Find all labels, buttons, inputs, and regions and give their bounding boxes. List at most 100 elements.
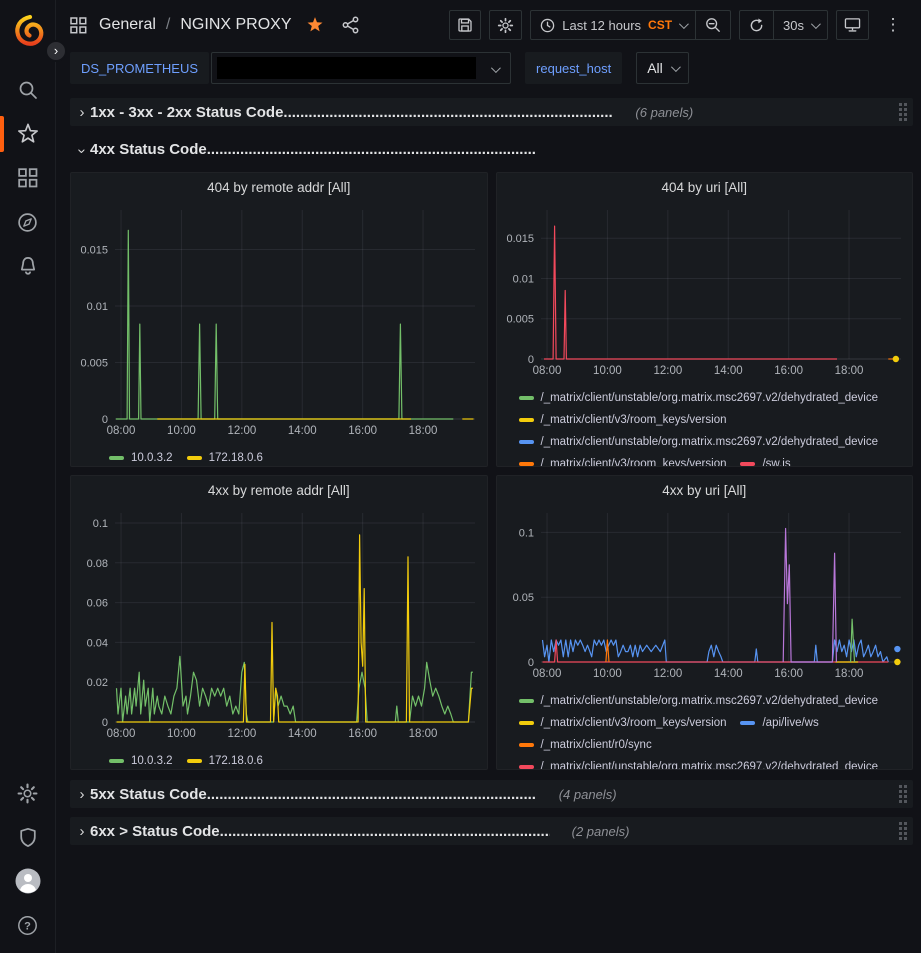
legend-item[interactable]: /_matrix/client/unstable/org.matrix.msc2… — [519, 387, 879, 409]
sidebar-item-alerting[interactable] — [0, 244, 56, 288]
breadcrumb-folder[interactable]: General — [99, 16, 156, 34]
tv-mode-button[interactable] — [836, 10, 869, 40]
legend-item[interactable]: /_matrix/client/unstable/org.matrix.msc2… — [519, 690, 879, 712]
more-options-kebab[interactable]: ⋮ — [877, 10, 909, 40]
zoom-out-button[interactable] — [695, 11, 730, 39]
legend-swatch — [109, 759, 124, 763]
timeseries-chart[interactable]: 00.050.108:0010:0012:0014:0016:0018:00 — [497, 505, 913, 688]
refresh-button[interactable] — [740, 11, 773, 39]
sidebar-item-server-admin[interactable] — [0, 815, 56, 859]
row-title[interactable]: 4xx Status Code — [90, 141, 207, 158]
time-range-picker[interactable]: Last 12 hours CST — [531, 11, 695, 39]
svg-text:12:00: 12:00 — [227, 425, 256, 437]
row-5xx[interactable]: › 5xx Status Code ......................… — [70, 780, 913, 808]
timeseries-chart[interactable]: 00.0050.010.01508:0010:0012:0014:0016:00… — [71, 202, 487, 445]
clock-icon — [540, 18, 555, 33]
legend-swatch — [187, 456, 202, 460]
dashboard-body: › 1xx - 3xx - 2xx Status Code ..........… — [56, 96, 921, 862]
legend-item[interactable]: /api/live/ws — [740, 712, 818, 734]
legend-item[interactable]: /_matrix/client/v3/room_keys/version — [519, 409, 727, 431]
legend-item[interactable]: 10.0.3.2 — [109, 750, 173, 770]
legend-item[interactable]: 172.18.0.6 — [187, 750, 263, 770]
svg-text:10:00: 10:00 — [593, 365, 622, 377]
legend-item[interactable]: /_matrix/client/unstable/org.matrix.msc2… — [519, 756, 879, 770]
panel-title[interactable]: 4xx by remote addr [All] — [71, 476, 487, 505]
svg-text:0.005: 0.005 — [80, 358, 108, 370]
svg-text:14:00: 14:00 — [288, 425, 317, 437]
sidebar-item-profile[interactable] — [0, 859, 56, 903]
sidebar-item-dashboards[interactable] — [0, 156, 56, 200]
panel-404-by-remote-addr: 404 by remote addr [All] 00.0050.010.015… — [70, 172, 488, 467]
legend-item[interactable]: /_matrix/client/unstable/org.matrix.msc2… — [519, 431, 879, 453]
timeseries-chart[interactable]: 00.020.040.060.080.108:0010:0012:0014:00… — [71, 505, 487, 748]
legend-item[interactable]: /_matrix/client/v3/room_keys/version — [519, 453, 727, 467]
sidebar-item-starred[interactable] — [0, 112, 56, 156]
share-icon[interactable] — [342, 16, 360, 34]
legend-item[interactable]: /_matrix/client/v3/room_keys/version — [519, 712, 727, 734]
panel-title[interactable]: 404 by remote addr [All] — [71, 173, 487, 202]
refresh-interval-value: 30s — [783, 18, 804, 33]
legend-label: /sw.js — [762, 458, 790, 467]
svg-text:16:00: 16:00 — [348, 425, 377, 437]
save-dashboard-button[interactable] — [449, 10, 481, 40]
variable-request-host-value-dropdown[interactable]: All — [636, 52, 689, 84]
panel-title[interactable]: 4xx by uri [All] — [497, 476, 913, 505]
legend-item[interactable]: 10.0.3.2 — [109, 447, 173, 467]
svg-text:18:00: 18:00 — [409, 728, 438, 740]
panel-title[interactable]: 404 by uri [All] — [497, 173, 913, 202]
panel-4xx-by-remote-addr: 4xx by remote addr [All] 00.020.040.060.… — [70, 475, 488, 770]
dashboards-breadcrumb-icon[interactable] — [70, 17, 87, 34]
row-6xx[interactable]: › 6xx > Status Code ....................… — [70, 817, 913, 845]
time-range-label: Last 12 hours — [562, 18, 641, 33]
row-title[interactable]: 1xx - 3xx - 2xx Status Code — [90, 104, 283, 121]
row-title[interactable]: 5xx Status Code — [90, 786, 207, 803]
panel-grid: 404 by remote addr [All] 00.0050.010.015… — [70, 172, 913, 770]
row-4xx[interactable]: › 4xx Status Code ......................… — [70, 135, 913, 163]
row-collapse-chevron[interactable]: › — [74, 143, 91, 159]
sidebar-item-explore[interactable] — [0, 200, 56, 244]
row-title-dots: ........................................… — [207, 141, 537, 158]
dashboard-topbar: General / NGINX PROXY — [56, 0, 921, 50]
sidebar-expand-button[interactable]: › — [45, 40, 67, 62]
variable-datasource-value-dropdown[interactable] — [211, 52, 511, 84]
legend-label: 172.18.0.6 — [209, 452, 263, 464]
legend-label: /api/live/ws — [762, 717, 818, 729]
svg-text:18:00: 18:00 — [834, 668, 863, 680]
timeseries-chart[interactable]: 00.0050.010.01508:0010:0012:0014:0016:00… — [497, 202, 913, 385]
svg-text:12:00: 12:00 — [227, 728, 256, 740]
refresh-interval-dropdown[interactable]: 30s — [773, 11, 827, 39]
svg-text:14:00: 14:00 — [713, 365, 742, 377]
timezone-label: CST — [648, 18, 672, 32]
row-drag-handle[interactable] — [899, 785, 907, 803]
legend-item[interactable]: /_matrix/client/r0/sync — [519, 734, 652, 756]
chevron-down-icon — [679, 19, 689, 29]
variable-request-host-value: All — [647, 60, 663, 76]
avatar — [15, 868, 41, 894]
row-title[interactable]: 6xx > Status Code — [90, 823, 220, 840]
sidebar-item-search[interactable] — [0, 68, 56, 112]
variable-datasource-label: DS_PROMETHEUS — [70, 52, 209, 84]
sidebar-item-help[interactable]: ? — [0, 903, 56, 947]
row-collapse-chevron[interactable]: › — [74, 823, 90, 840]
row-collapse-chevron[interactable]: › — [74, 104, 90, 121]
row-collapse-chevron[interactable]: › — [74, 786, 90, 803]
row-1xx-3xx-2xx[interactable]: › 1xx - 3xx - 2xx Status Code ..........… — [70, 98, 913, 126]
legend-label: 172.18.0.6 — [209, 755, 263, 767]
legend-item[interactable]: 172.18.0.6 — [187, 447, 263, 467]
favorite-star-icon[interactable] — [306, 16, 324, 34]
svg-text:16:00: 16:00 — [774, 668, 803, 680]
search-icon — [18, 80, 38, 100]
main-area: General / NGINX PROXY — [56, 0, 921, 862]
svg-text:0.1: 0.1 — [93, 518, 108, 530]
breadcrumb-dashboard-title[interactable]: NGINX PROXY — [180, 16, 291, 34]
svg-text:0.015: 0.015 — [506, 233, 534, 245]
redacted-value — [217, 57, 476, 79]
sidebar-item-configuration[interactable] — [0, 771, 56, 815]
topbar-actions: Last 12 hours CST — [449, 10, 909, 40]
row-drag-handle[interactable] — [899, 822, 907, 840]
legend-label: /_matrix/client/v3/room_keys/version — [541, 414, 727, 426]
dashboard-settings-button[interactable] — [489, 10, 522, 40]
legend-item[interactable]: /sw.js — [740, 453, 790, 467]
legend-swatch — [519, 396, 534, 400]
row-drag-handle[interactable] — [899, 103, 907, 121]
